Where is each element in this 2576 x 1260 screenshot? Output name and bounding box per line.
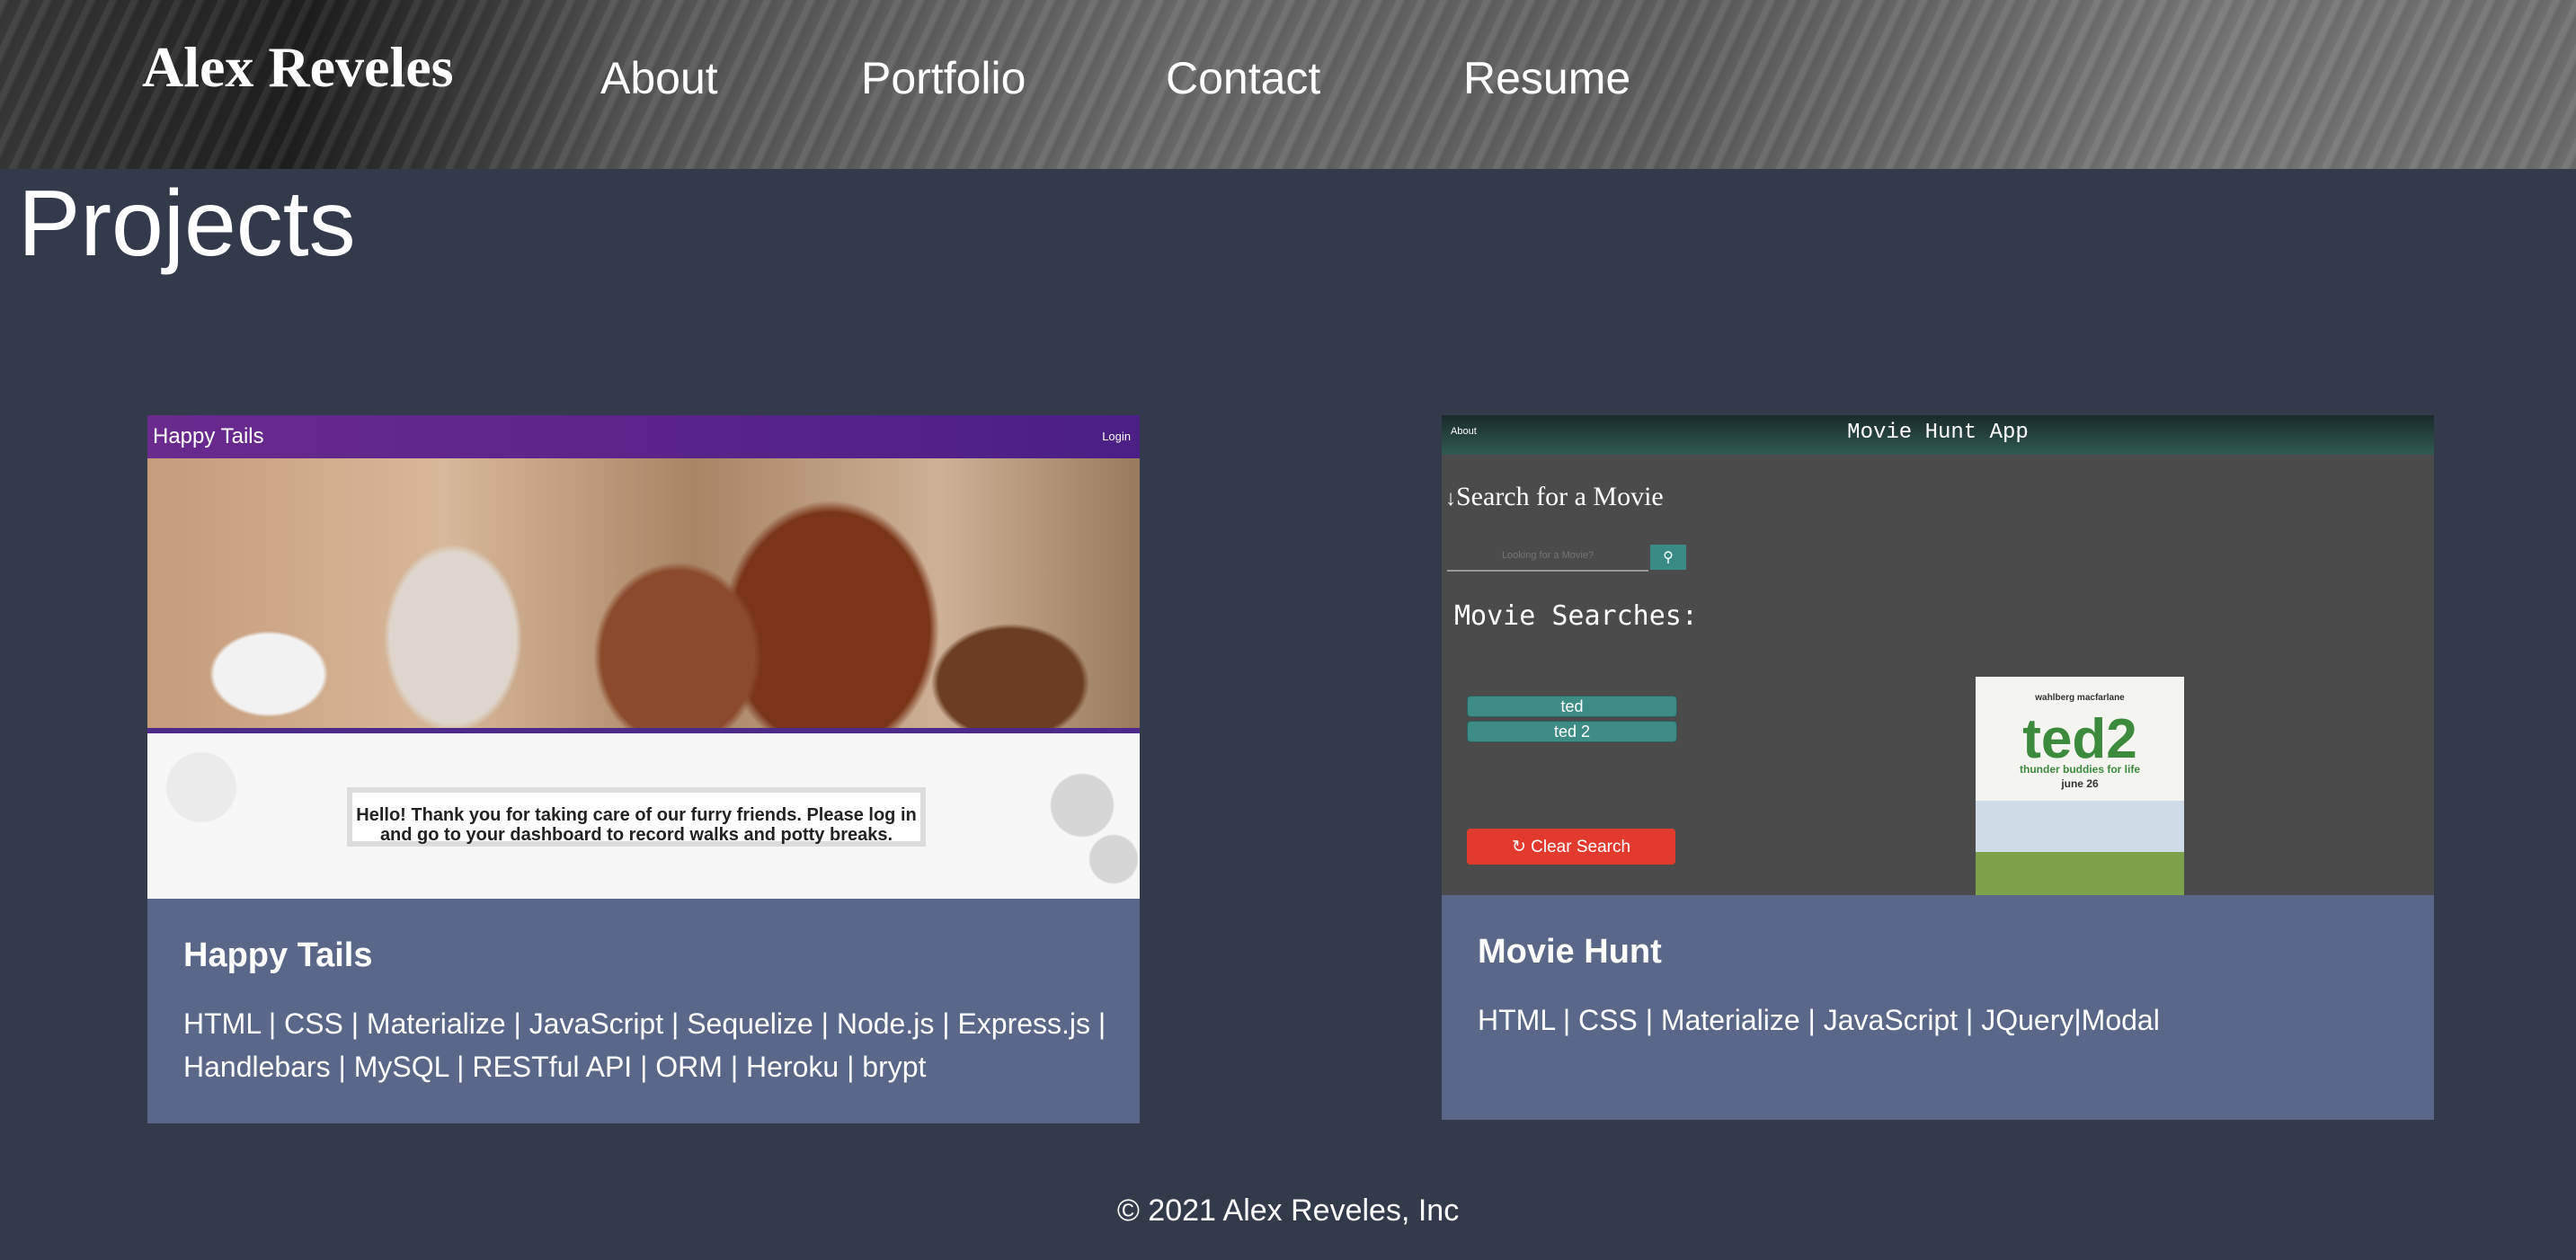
movie-poster-image: wahlberg macfarlane ted2 thunder buddies… [1976,677,2184,895]
refresh-icon: ↻ [1511,837,1526,856]
nav-about[interactable]: About [600,52,718,104]
preview-navbar: Happy Tails Login [147,415,1140,458]
preview-login: Login [1102,430,1131,443]
project-title: Happy Tails [183,936,373,974]
site-header: Alex Reveles About Portfolio Contact Res… [0,0,2576,169]
project-preview-happy-tails[interactable]: Happy Tails Login Hello! Thank you for t… [147,415,1140,899]
site-footer: © 2021 Alex Reveles, Inc [1116,1193,1460,1228]
preview-brand: Happy Tails [153,424,264,448]
project-caption: Movie Hunt HTML | CSS | Materialize | Ja… [1478,933,2403,1042]
preview-body: ↓Search for a Movie ⚲ Movie Searches: te… [1442,455,2434,895]
project-preview-movie-hunt[interactable]: About Movie Hunt App ↓Search for a Movie… [1442,415,2434,895]
project-caption: Happy Tails HTML | CSS | Materialize | J… [183,936,1109,1088]
arrow-down-icon: ↓ [1445,487,1456,510]
page-title: Projects [18,172,356,276]
preview-searches-heading: Movie Searches: [1454,600,1698,632]
project-title: Movie Hunt [1478,933,1662,971]
preview-welcome-message: Hello! Thank you for taking care of our … [347,787,926,847]
preview-navbar: About Movie Hunt App [1442,415,2434,455]
preview-search-heading: ↓Search for a Movie [1445,482,1664,511]
preview-clear-search-button: ↻ Clear Search [1467,829,1675,865]
preview-search-input [1447,541,1648,572]
preview-app-title: Movie Hunt App [1847,421,2029,445]
project-tech: HTML | CSS | Materialize | JavaScript | … [1478,1004,2160,1036]
search-icon: ⚲ [1650,545,1686,570]
nav-resume[interactable]: Resume [1463,52,1630,104]
nav-contact[interactable]: Contact [1166,52,1320,104]
project-tech: HTML | CSS | Materialize | JavaScript | … [183,1007,1106,1083]
nav-portfolio[interactable]: Portfolio [861,52,1026,104]
site-brand[interactable]: Alex Reveles [142,34,454,101]
preview-search-history-item: ted 2 [1467,721,1677,742]
preview-search-history-item: ted [1467,696,1677,717]
project-card-movie-hunt[interactable]: About Movie Hunt App ↓Search for a Movie… [1442,415,2434,1120]
project-card-happy-tails[interactable]: Happy Tails Login Hello! Thank you for t… [147,415,1140,1123]
dogs-hero-image [147,458,1140,728]
preview-body: Hello! Thank you for taking care of our … [147,733,1140,899]
